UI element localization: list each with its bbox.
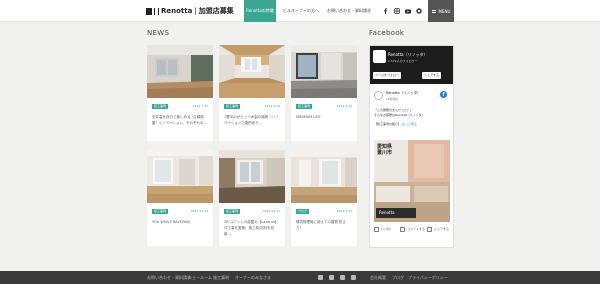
share-label: シェアする [434, 227, 450, 231]
footer-link[interactable]: ブログ [392, 275, 404, 281]
post-avatar[interactable] [374, 91, 383, 100]
facebook-icon[interactable] [382, 8, 388, 14]
facebook-heading: Facebook [369, 29, 405, 37]
like-label: いいね！ [381, 227, 394, 231]
news-title[interactable]: 環境修理時に使えての雑物 防止力！ [296, 219, 352, 231]
news-heading: NEWS [147, 29, 170, 37]
site-header: Renotta | 加盟店募集 Renottaの特徴 ビルオーナーの方へ お問い… [0, 0, 600, 22]
logo-mark [146, 7, 152, 15]
facebook-icon: f [440, 91, 447, 98]
post-text: 【施工事例の紹介】 [374, 122, 402, 126]
facebook-icon[interactable] [318, 275, 323, 280]
logo-bars [154, 7, 159, 15]
page-avatar[interactable] [373, 50, 386, 63]
footer-link[interactable]: お問い合わせ・資料請求 [147, 275, 191, 281]
footer-link[interactable]: プライバシーポリシー [408, 275, 448, 281]
image-logo-text: Renotta [379, 210, 395, 215]
news-card[interactable]: 施工事例 2023.12.18 YOU WHILE RAVEYAN! [147, 150, 213, 246]
news-tag[interactable]: 施工事例 [152, 104, 169, 109]
footer-link[interactable]: 会社概要 [370, 275, 386, 281]
like-icon [374, 227, 379, 232]
page-followers: 2,579人のフォロワー [388, 59, 418, 63]
share-icon [427, 227, 432, 232]
news-title[interactable]: YOU WHILE RAVEYAN! [152, 219, 208, 225]
news-title[interactable]: 3R ユニットの部屋の【Lazarus】付工事を実施！施工前/初月を初新... [224, 219, 280, 237]
logo-text: Renotta [161, 7, 193, 15]
news-tag[interactable]: 施工事例 [152, 209, 169, 214]
follow-page-button[interactable]: ページをフォロー [373, 72, 401, 79]
post-text-line: 「この部屋のまんだった？」 [374, 108, 414, 112]
post-text-line: 【施工事例の紹介】 もっと見る [374, 122, 450, 127]
news-date: 2023.12.18 [190, 209, 208, 213]
news-tag[interactable]: 施工事例 [224, 104, 241, 109]
see-more-link[interactable]: もっと見る [402, 122, 417, 126]
facebook-widget: Renotta（リノッタ） 2,579人のフォロワー ページをフォロー シェアす… [369, 45, 454, 248]
news-date: 2023.9.23 [336, 209, 352, 213]
image-caption-line: 豊川市 [377, 150, 393, 156]
youtube-icon[interactable] [340, 275, 345, 280]
news-tag[interactable]: 施工事例 [296, 104, 313, 109]
news-tag[interactable]: 施工事例 [224, 209, 241, 214]
news-thumbnail [219, 150, 285, 203]
news-thumbnail [291, 150, 357, 203]
nav-features[interactable]: Renottaの特徴 [244, 0, 276, 22]
line-icon[interactable] [416, 8, 422, 14]
news-title[interactable]: 天井高を存分で愉しめる "空調部屋" リノベーション。それぞれの... [152, 114, 208, 126]
post-author[interactable]: Renotta（リノッタ） [386, 91, 421, 96]
site-footer: お問い合わせ・資料請求 ショールーム 施工事例 オーナーのみなさま 会社概要 ブ… [0, 271, 600, 284]
post-time[interactable]: 12時間前 [386, 97, 398, 101]
site-logo[interactable]: Renotta | 加盟店募集 [146, 6, 234, 16]
news-date: 2023.09.12 [262, 209, 280, 213]
menu-label: MENU [438, 8, 451, 14]
news-card[interactable]: 施工事例 2024.7.15 天井高を存分で愉しめる "空調部屋" リノベーショ… [147, 45, 213, 141]
youtube-icon[interactable] [405, 8, 411, 14]
comment-button[interactable]: コメントする [400, 227, 425, 232]
footer-link[interactable]: ショールーム [188, 275, 212, 281]
news-card[interactable]: 施工事例 2023.09.12 3R ユニットの部屋の【Lazarus】付工事を… [219, 150, 285, 246]
logo-subtitle: 加盟店募集 [198, 7, 234, 15]
share-page-button[interactable]: シェアする [422, 72, 442, 79]
news-card[interactable]: 施工事例 2024.5.29 7畳半のがビュー木製の植物・リノベーションで劇的彩… [219, 45, 285, 141]
hamburger-icon [431, 9, 436, 13]
nav-contact[interactable]: お問い合わせ・資料請求 [327, 0, 371, 22]
news-tag[interactable]: ブログ [296, 209, 310, 214]
news-title[interactable]: 7畳半のがビュー木製の植物・リノベーションで劇的彩り... [224, 114, 280, 126]
news-card[interactable]: 施工事例 2024.2.21 MINIMUM LIFE [291, 45, 357, 141]
post-text-line: そんなお部屋はRenotta（リノッタ） [374, 113, 425, 117]
instagram-icon[interactable] [329, 275, 334, 280]
news-title[interactable]: MINIMUM LIFE [296, 114, 352, 120]
menu-button[interactable]: MENU [428, 0, 454, 22]
comment-icon [400, 227, 405, 232]
news-thumbnail [147, 45, 213, 98]
facebook-cover: Renotta（リノッタ） 2,579人のフォロワー ページをフォロー シェアす… [370, 46, 453, 84]
logo-separator: | [194, 7, 197, 15]
page-name[interactable]: Renotta（リノッタ） [388, 52, 428, 58]
news-date: 2024.2.21 [336, 104, 352, 108]
instagram-icon[interactable] [394, 8, 400, 14]
footer-link[interactable]: 施工事例 [213, 275, 229, 281]
share-button[interactable]: シェアする [427, 227, 449, 232]
footer-link[interactable]: オーナーのみなさま [235, 275, 271, 281]
news-thumbnail [147, 150, 213, 203]
news-date: 2024.5.29 [264, 104, 280, 108]
nav-building-owners[interactable]: ビルオーナーの方へ [283, 0, 319, 22]
line-icon[interactable] [351, 275, 356, 280]
post-image[interactable]: 愛知県 豊川市 Renotta [374, 140, 450, 222]
news-date: 2024.7.15 [192, 104, 208, 108]
news-thumbnail [219, 45, 285, 98]
news-thumbnail [291, 45, 357, 98]
like-button[interactable]: いいね！ [374, 227, 393, 232]
news-card[interactable]: ブログ 2023.9.23 環境修理時に使えての雑物 防止力！ [291, 150, 357, 246]
comment-label: コメントする [407, 227, 426, 231]
